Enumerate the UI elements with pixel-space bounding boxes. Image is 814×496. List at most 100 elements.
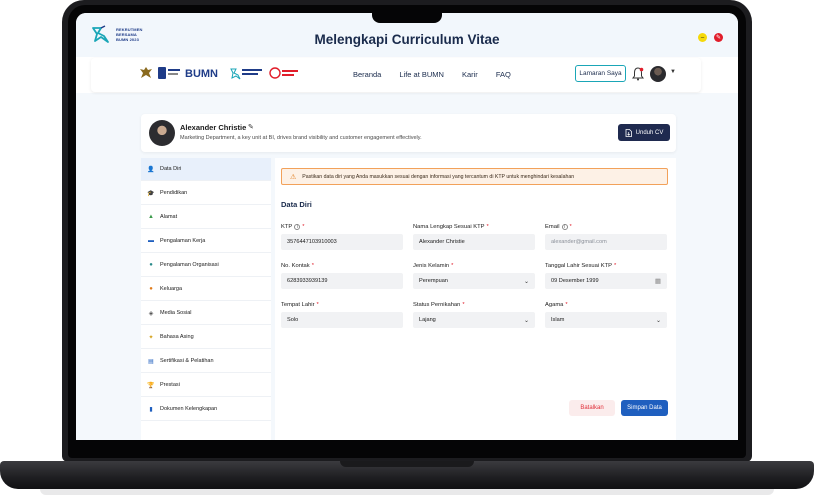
nav-link-life-at-bumn[interactable]: Life at BUMN <box>399 70 444 79</box>
camera-notch <box>372 12 442 23</box>
kementerian-logo-icon <box>158 67 180 79</box>
save-button[interactable]: Simpan Data <box>621 400 668 416</box>
status-pernikahan-select[interactable]: Lajang ⌄ <box>413 312 535 328</box>
sidebar-item-pendidikan[interactable]: 🎓 Pendidikan <box>141 182 271 205</box>
document-icon: ▮ <box>149 406 153 413</box>
user-avatar[interactable] <box>650 66 666 82</box>
required-marker: * <box>316 301 319 308</box>
sidebar-item-prestasi[interactable]: 🏆 Prestasi <box>141 374 271 397</box>
jenis-kelamin-label: Jenis Kelamin * <box>413 261 535 270</box>
sidebar: 👤 Data Diri 🎓 Pendidikan ▲ Alamat ▬ Peng… <box>141 158 271 440</box>
kontak-input[interactable]: 6283933939139 <box>281 273 403 289</box>
required-marker: * <box>614 262 617 269</box>
laptop-base-notch <box>340 461 474 467</box>
chevron-down-icon[interactable]: ▼ <box>670 69 676 75</box>
sidebar-item-label: Pengalaman Organisasi <box>160 262 219 268</box>
kontak-label: No. Kontak * <box>281 261 403 270</box>
nav-link-karir[interactable]: Karir <box>462 70 478 79</box>
nav-link-faq[interactable]: FAQ <box>496 70 511 79</box>
bumn-logo-icon: BUMN <box>185 68 218 80</box>
ktp-value: 3576447103910003 <box>287 239 337 245</box>
warning-icon: ⚠ <box>290 173 297 181</box>
warning-alert: ⚠ Pastikan data diri yang Anda masukkan … <box>281 168 668 185</box>
sidebar-item-dokumen[interactable]: ▮ Dokumen Kelengkapan <box>141 398 271 421</box>
notification-bell-icon[interactable] <box>632 67 644 81</box>
chevron-down-icon: ⌄ <box>523 317 529 324</box>
screen: REKRUTMEN BERSAMA BUMN 2023 Melengkapi C… <box>76 13 738 440</box>
nav-link-beranda[interactable]: Beranda <box>353 70 381 79</box>
jenis-kelamin-field: Jenis Kelamin * Perempuan ⌄ <box>413 261 535 289</box>
minimize-button[interactable]: – <box>698 33 707 42</box>
cancel-button[interactable]: Batalkan <box>569 400 615 416</box>
social-icon: ◈ <box>148 310 154 317</box>
sidebar-item-keluarga[interactable]: ● Keluarga <box>141 278 271 301</box>
laptop-shadow <box>40 489 774 495</box>
partner-logos: BUMN <box>139 66 299 80</box>
nama-field: Nama Lengkap Sesuai KTP * Alexander Chri… <box>413 222 535 250</box>
required-marker: * <box>451 262 454 269</box>
kontak-field: No. Kontak * 6283933939139 <box>281 261 403 289</box>
tanggal-lahir-label-text: Tanggal Lahir Sesuai KTP <box>545 262 613 269</box>
required-marker: * <box>302 223 305 230</box>
trophy-icon: 🏆 <box>147 382 155 389</box>
tempat-lahir-label-text: Tempat Lahir <box>281 301 315 308</box>
agama-label: Agama * <box>545 300 667 309</box>
ktp-label-text: KTP <box>281 223 293 230</box>
sidebar-item-alamat[interactable]: ▲ Alamat <box>141 206 271 229</box>
ktp-input[interactable]: 3576447103910003 <box>281 234 403 250</box>
agama-value: Islam <box>551 317 565 323</box>
graduation-cap-icon: 🎓 <box>147 190 155 197</box>
sidebar-item-label: Pendidikan <box>160 190 188 196</box>
nama-value: Alexander Christie <box>419 239 465 245</box>
email-input[interactable]: alexander@gmail.com <box>545 234 667 250</box>
sidebar-item-label: Media Sosial <box>160 310 192 316</box>
chevron-down-icon: ⌄ <box>655 317 661 324</box>
alert-text: Pastikan data diri yang Anda masukkan se… <box>302 173 575 180</box>
required-marker: * <box>569 223 572 230</box>
garuda-logo-icon <box>140 67 152 78</box>
info-icon[interactable]: i <box>294 223 301 230</box>
sidebar-item-label: Bahasa Asing <box>160 334 194 340</box>
email-label-text: Email <box>545 223 560 230</box>
kontak-label-text: No. Kontak <box>281 262 310 269</box>
page-title: Melengkapi Curriculum Vitae <box>314 32 500 47</box>
sidebar-item-label: Data Diri <box>160 166 182 172</box>
email-placeholder: alexander@gmail.com <box>551 239 607 245</box>
sidebar-item-pengalaman-organisasi[interactable]: ● Pengalaman Organisasi <box>141 254 271 277</box>
ktp-label: KTP i * <box>281 222 403 231</box>
navbar: BUMN Beranda Life at BUMN Karir FAQ Lama… <box>91 58 701 92</box>
edit-pencil-icon[interactable]: ✎ <box>248 123 254 131</box>
sidebar-item-label: Prestasi <box>160 382 180 388</box>
sidebar-item-media-sosial[interactable]: ◈ Media Sosial <box>141 302 271 325</box>
profile-avatar <box>149 120 175 146</box>
sidebar-item-bahasa-asing[interactable]: ✦ Bahasa Asing <box>141 326 271 349</box>
language-icon: ✦ <box>148 334 154 341</box>
tempat-lahir-value: Solo <box>287 317 299 323</box>
ktp-field: KTP i * 3576447103910003 <box>281 222 403 250</box>
agama-select[interactable]: Islam ⌄ <box>545 312 667 328</box>
agama-label-text: Agama <box>545 301 564 308</box>
close-button[interactable]: ✎ <box>714 33 723 42</box>
status-value: Lajang <box>419 317 436 323</box>
organization-icon: ● <box>149 262 153 268</box>
nama-label: Nama Lengkap Sesuai KTP * <box>413 222 535 231</box>
calendar-icon[interactable]: ▦ <box>655 277 661 285</box>
info-icon[interactable]: i <box>561 223 568 230</box>
sidebar-item-pengalaman-kerja[interactable]: ▬ Pengalaman Kerja <box>141 230 271 253</box>
rekrutmen-logo-icon <box>230 68 262 80</box>
sidebar-item-label: Dokumen Kelengkapan <box>160 406 218 412</box>
jenis-kelamin-select[interactable]: Perempuan ⌄ <box>413 273 535 289</box>
required-marker: * <box>311 262 314 269</box>
agama-field: Agama * Islam ⌄ <box>545 300 667 328</box>
map-icon: ▲ <box>148 214 154 220</box>
profile-name: Alexander Christie <box>180 123 247 132</box>
tanggal-lahir-input[interactable]: 09 Desember 1999 ▦ <box>545 273 667 289</box>
sidebar-item-sertifikasi[interactable]: ▤ Sertifikasi & Pelatihan <box>141 350 271 373</box>
sidebar-item-data-diri[interactable]: 👤 Data Diri <box>141 158 271 181</box>
nama-input[interactable]: Alexander Christie <box>413 234 535 250</box>
unduh-cv-button[interactable]: Unduh CV <box>618 124 670 141</box>
lamaran-saya-button[interactable]: Lamaran Saya <box>575 65 626 82</box>
tempat-lahir-input[interactable]: Solo <box>281 312 403 328</box>
required-marker: * <box>565 301 568 308</box>
chevron-down-icon: ⌄ <box>523 278 529 285</box>
